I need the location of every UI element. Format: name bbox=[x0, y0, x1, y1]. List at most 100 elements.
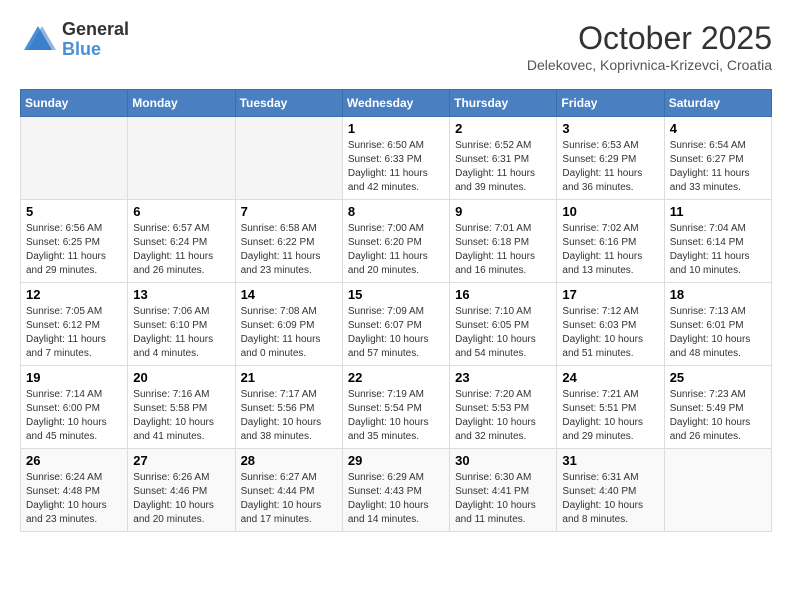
calendar-cell: 13 Sunrise: 7:06 AMSunset: 6:10 PMDayligh… bbox=[128, 283, 235, 366]
calendar-cell: 3Sunrise: 6:53 AMSunset: 6:29 PMDaylight… bbox=[557, 117, 664, 200]
logo: General Blue bbox=[20, 20, 129, 60]
weekday-header-row: SundayMondayTuesdayWednesdayThursdayFrid… bbox=[21, 90, 772, 117]
day-info: Sunrise: 6:53 AMSunset: 6:29 PMDaylight:… bbox=[562, 139, 658, 195]
day-info: Sunrise: 6:26 AMSunset: 4:46 PMDaylight:… bbox=[133, 471, 229, 527]
weekday-header-friday: Friday bbox=[557, 90, 664, 117]
day-number: 25 bbox=[670, 370, 766, 385]
day-info: Sunrise: 6:30 AMSunset: 4:41 PMDaylight:… bbox=[455, 471, 551, 527]
weekday-header-tuesday: Tuesday bbox=[235, 90, 342, 117]
week-row-5: 26 Sunrise: 6:24 AMSunset: 4:48 PMDayligh… bbox=[21, 449, 772, 532]
week-row-4: 19 Sunrise: 7:14 AMSunset: 6:00 PMDayligh… bbox=[21, 366, 772, 449]
weekday-header-sunday: Sunday bbox=[21, 90, 128, 117]
day-number: 29 bbox=[348, 453, 444, 468]
calendar-cell: 20 Sunrise: 7:16 AMSunset: 5:58 PMDayligh… bbox=[128, 366, 235, 449]
day-info: Sunrise: 7:17 AMSunset: 5:56 PMDaylight:… bbox=[241, 388, 337, 444]
day-info: Sunrise: 6:54 AMSunset: 6:27 PMDaylight:… bbox=[670, 139, 766, 195]
day-number: 11 bbox=[670, 204, 766, 219]
day-info: Sunrise: 7:23 AMSunset: 5:49 PMDaylight:… bbox=[670, 388, 766, 444]
calendar-cell: 30Sunrise: 6:30 AMSunset: 4:41 PMDayligh… bbox=[450, 449, 557, 532]
day-info: Sunrise: 6:56 AMSunset: 6:25 PMDaylight:… bbox=[26, 222, 122, 278]
calendar-table: SundayMondayTuesdayWednesdayThursdayFrid… bbox=[20, 89, 772, 532]
day-info: Sunrise: 7:13 AMSunset: 6:01 PMDaylight:… bbox=[670, 305, 766, 361]
day-number: 19 bbox=[26, 370, 122, 385]
day-number: 2 bbox=[455, 121, 551, 136]
calendar-cell: 11Sunrise: 7:04 AMSunset: 6:14 PMDayligh… bbox=[664, 200, 771, 283]
calendar-cell: 4 Sunrise: 6:54 AMSunset: 6:27 PMDaylight… bbox=[664, 117, 771, 200]
day-number: 26 bbox=[26, 453, 122, 468]
day-info: Sunrise: 7:06 AMSunset: 6:10 PMDaylight:… bbox=[133, 305, 229, 361]
day-number: 23 bbox=[455, 370, 551, 385]
calendar-cell bbox=[235, 117, 342, 200]
day-info: Sunrise: 7:19 AMSunset: 5:54 PMDaylight:… bbox=[348, 388, 444, 444]
day-info: Sunrise: 7:00 AMSunset: 6:20 PMDaylight:… bbox=[348, 222, 444, 278]
calendar-cell: 10 Sunrise: 7:02 AMSunset: 6:16 PMDayligh… bbox=[557, 200, 664, 283]
day-number: 22 bbox=[348, 370, 444, 385]
week-row-3: 12Sunrise: 7:05 AMSunset: 6:12 PMDayligh… bbox=[21, 283, 772, 366]
day-info: Sunrise: 7:12 AMSunset: 6:03 PMDaylight:… bbox=[562, 305, 658, 361]
calendar-cell: 17 Sunrise: 7:12 AMSunset: 6:03 PMDayligh… bbox=[557, 283, 664, 366]
day-info: Sunrise: 6:29 AMSunset: 4:43 PMDaylight:… bbox=[348, 471, 444, 527]
day-info: Sunrise: 7:20 AMSunset: 5:53 PMDaylight:… bbox=[455, 388, 551, 444]
day-number: 18 bbox=[670, 287, 766, 302]
calendar-cell: 1Sunrise: 6:50 AMSunset: 6:33 PMDaylight… bbox=[342, 117, 449, 200]
calendar-cell: 18 Sunrise: 7:13 AMSunset: 6:01 PMDayligh… bbox=[664, 283, 771, 366]
day-number: 8 bbox=[348, 204, 444, 219]
calendar-cell: 6 Sunrise: 6:57 AMSunset: 6:24 PMDaylight… bbox=[128, 200, 235, 283]
day-info: Sunrise: 7:14 AMSunset: 6:00 PMDaylight:… bbox=[26, 388, 122, 444]
day-info: Sunrise: 7:21 AMSunset: 5:51 PMDaylight:… bbox=[562, 388, 658, 444]
calendar-cell bbox=[21, 117, 128, 200]
logo-general: General bbox=[62, 20, 129, 40]
calendar-cell: 27Sunrise: 6:26 AMSunset: 4:46 PMDayligh… bbox=[128, 449, 235, 532]
day-number: 6 bbox=[133, 204, 229, 219]
day-number: 10 bbox=[562, 204, 658, 219]
calendar-cell: 8 Sunrise: 7:00 AMSunset: 6:20 PMDaylight… bbox=[342, 200, 449, 283]
weekday-header-thursday: Thursday bbox=[450, 90, 557, 117]
day-number: 28 bbox=[241, 453, 337, 468]
calendar-cell: 31Sunrise: 6:31 AMSunset: 4:40 PMDayligh… bbox=[557, 449, 664, 532]
calendar-cell: 12Sunrise: 7:05 AMSunset: 6:12 PMDayligh… bbox=[21, 283, 128, 366]
calendar-cell: 22 Sunrise: 7:19 AMSunset: 5:54 PMDayligh… bbox=[342, 366, 449, 449]
weekday-header-saturday: Saturday bbox=[664, 90, 771, 117]
day-number: 14 bbox=[241, 287, 337, 302]
day-info: Sunrise: 6:24 AMSunset: 4:48 PMDaylight:… bbox=[26, 471, 122, 527]
day-info: Sunrise: 7:08 AMSunset: 6:09 PMDaylight:… bbox=[241, 305, 337, 361]
day-info: Sunrise: 7:05 AMSunset: 6:12 PMDaylight:… bbox=[26, 305, 122, 361]
month-title: October 2025 bbox=[527, 20, 772, 57]
calendar-cell: 5 Sunrise: 6:56 AMSunset: 6:25 PMDaylight… bbox=[21, 200, 128, 283]
day-number: 20 bbox=[133, 370, 229, 385]
page-header: General Blue October 2025 Delekovec, Kop… bbox=[20, 20, 772, 73]
calendar-cell: 21Sunrise: 7:17 AMSunset: 5:56 PMDayligh… bbox=[235, 366, 342, 449]
calendar-cell: 2Sunrise: 6:52 AMSunset: 6:31 PMDaylight… bbox=[450, 117, 557, 200]
day-info: Sunrise: 7:16 AMSunset: 5:58 PMDaylight:… bbox=[133, 388, 229, 444]
calendar-cell bbox=[128, 117, 235, 200]
day-number: 1 bbox=[348, 121, 444, 136]
day-info: Sunrise: 6:58 AMSunset: 6:22 PMDaylight:… bbox=[241, 222, 337, 278]
day-number: 31 bbox=[562, 453, 658, 468]
calendar-cell: 29 Sunrise: 6:29 AMSunset: 4:43 PMDayligh… bbox=[342, 449, 449, 532]
day-number: 7 bbox=[241, 204, 337, 219]
day-number: 5 bbox=[26, 204, 122, 219]
calendar-cell: 28 Sunrise: 6:27 AMSunset: 4:44 PMDayligh… bbox=[235, 449, 342, 532]
logo-text: General Blue bbox=[62, 20, 129, 60]
calendar-cell: 24 Sunrise: 7:21 AMSunset: 5:51 PMDayligh… bbox=[557, 366, 664, 449]
day-info: Sunrise: 7:02 AMSunset: 6:16 PMDaylight:… bbox=[562, 222, 658, 278]
week-row-1: 1Sunrise: 6:50 AMSunset: 6:33 PMDaylight… bbox=[21, 117, 772, 200]
calendar-cell: 25 Sunrise: 7:23 AMSunset: 5:49 PMDayligh… bbox=[664, 366, 771, 449]
calendar-cell: 14 Sunrise: 7:08 AMSunset: 6:09 PMDayligh… bbox=[235, 283, 342, 366]
logo-icon bbox=[20, 22, 56, 58]
weekday-header-wednesday: Wednesday bbox=[342, 90, 449, 117]
day-number: 15 bbox=[348, 287, 444, 302]
day-info: Sunrise: 7:01 AMSunset: 6:18 PMDaylight:… bbox=[455, 222, 551, 278]
day-info: Sunrise: 6:57 AMSunset: 6:24 PMDaylight:… bbox=[133, 222, 229, 278]
day-info: Sunrise: 7:09 AMSunset: 6:07 PMDaylight:… bbox=[348, 305, 444, 361]
calendar-cell: 26 Sunrise: 6:24 AMSunset: 4:48 PMDayligh… bbox=[21, 449, 128, 532]
day-number: 9 bbox=[455, 204, 551, 219]
calendar-cell: 16Sunrise: 7:10 AMSunset: 6:05 PMDayligh… bbox=[450, 283, 557, 366]
week-row-2: 5 Sunrise: 6:56 AMSunset: 6:25 PMDaylight… bbox=[21, 200, 772, 283]
day-info: Sunrise: 7:10 AMSunset: 6:05 PMDaylight:… bbox=[455, 305, 551, 361]
day-number: 4 bbox=[670, 121, 766, 136]
day-number: 17 bbox=[562, 287, 658, 302]
day-number: 13 bbox=[133, 287, 229, 302]
day-number: 24 bbox=[562, 370, 658, 385]
day-info: Sunrise: 6:27 AMSunset: 4:44 PMDaylight:… bbox=[241, 471, 337, 527]
